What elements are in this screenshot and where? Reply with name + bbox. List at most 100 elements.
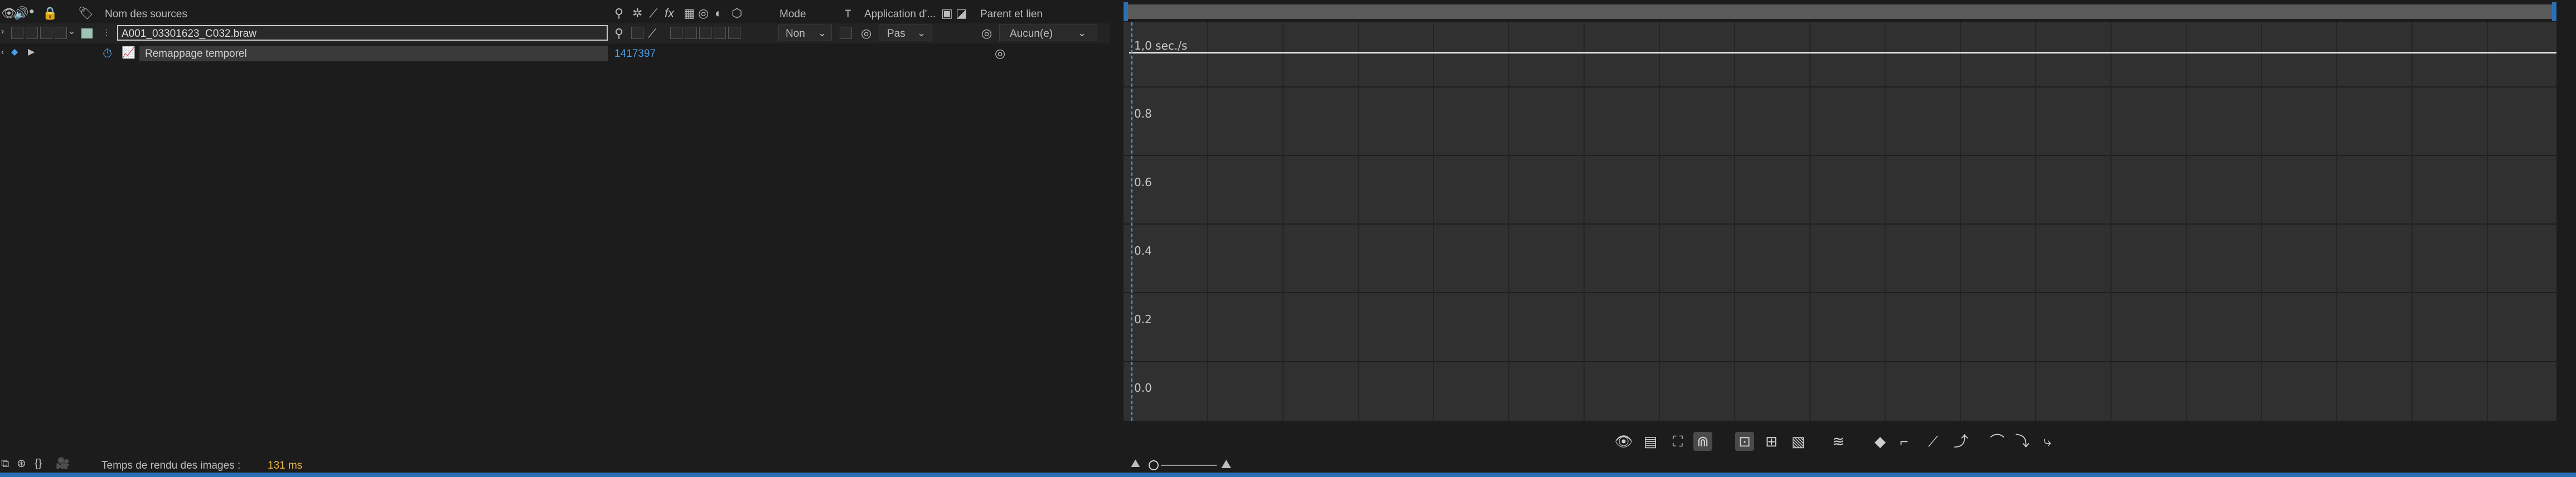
solo-icon[interactable]: ● xyxy=(29,7,35,16)
graph-y-label: 0.2 xyxy=(1134,313,1152,326)
track-matte-value: Pas xyxy=(887,28,906,40)
graph-editor-toggle-icon[interactable]: 📈 xyxy=(122,47,135,59)
chevron-down-icon: ⌄ xyxy=(818,27,827,38)
graph-unit-label: 1,0 sec./s xyxy=(1134,39,1188,52)
property-value[interactable]: 1417397 xyxy=(614,48,656,59)
adjustment-layer-icon[interactable]: ◐ xyxy=(715,7,722,20)
matte-invert-icon[interactable]: ◪ xyxy=(956,7,967,20)
expression-icon[interactable]: {} xyxy=(35,458,42,469)
layer-name: A001_03301623_C032.braw xyxy=(122,28,256,40)
parent-dropdown[interactable]: Aucun(e) ⌄ xyxy=(999,25,1097,41)
3d-switch[interactable] xyxy=(728,27,740,39)
track-matte-header[interactable]: Application d'... xyxy=(864,9,936,20)
zoom-in-icon[interactable]: ⛰ xyxy=(1221,458,1231,470)
column-header-row: 👁 🔊 ● 🔒 🏷 Nom des sources ⚲ ✲ ⟋ fx ▦ ◎ ◐… xyxy=(0,6,1110,22)
parent-header[interactable]: Parent et lien xyxy=(980,9,1043,20)
lock-icon[interactable]: 🔒 xyxy=(42,7,57,20)
transform-box-icon[interactable]: ⛶ xyxy=(1668,432,1687,451)
fit-selection-icon[interactable]: ⊡ xyxy=(1735,432,1754,451)
layer-name-field[interactable]: A001_03301623_C032.braw xyxy=(117,25,608,41)
label-tag-icon[interactable]: 🏷 xyxy=(78,7,94,20)
quality-icon[interactable]: ⟋ xyxy=(649,7,657,20)
chevron-down-icon: ⌄ xyxy=(1078,27,1087,38)
preserve-transparency-toggle[interactable] xyxy=(840,27,852,39)
solo-toggle[interactable] xyxy=(40,27,52,39)
fit-to-view-icon[interactable]: ▧ xyxy=(1789,432,1808,451)
quality-switch-icon[interactable]: ⟋ xyxy=(648,27,656,40)
timeline-layer-panel: 👁 🔊 ● 🔒 🏷 Nom des sources ⚲ ✲ ⟋ fx ▦ ◎ ◐… xyxy=(0,0,1249,473)
render-icon[interactable]: ⊛ xyxy=(17,458,26,469)
render-time-label: Temps de rendu des images : xyxy=(101,460,241,471)
audio-icon[interactable]: 🔊 xyxy=(13,7,28,20)
blend-mode-value: Non xyxy=(786,28,805,40)
auto-bezier-icon[interactable]: ⤴ xyxy=(1952,432,1970,451)
panel-focus-bar xyxy=(0,473,2576,477)
parent-value: Aucun(e) xyxy=(1010,28,1053,40)
zoom-out-icon[interactable]: ⛰ xyxy=(1131,458,1140,469)
expand-layer-icon[interactable]: › xyxy=(1,27,4,36)
easy-ease-icon[interactable]: ⌒ xyxy=(1988,432,2007,451)
zoom-slider-track[interactable] xyxy=(1161,465,1217,466)
edit-keyframe-icon[interactable]: ◆ xyxy=(1871,432,1890,451)
blend-mode-dropdown[interactable]: Non ⌄ xyxy=(778,25,832,41)
easy-ease-in-icon[interactable]: ⤵ xyxy=(2013,432,2032,451)
fx-switch[interactable] xyxy=(670,27,682,39)
audio-toggle[interactable] xyxy=(26,27,38,39)
mode-header[interactable]: Mode xyxy=(779,9,806,20)
label-color-swatch[interactable] xyxy=(81,28,93,38)
property-name-field: Remappage temporel xyxy=(139,46,608,61)
graph-options-icon[interactable]: ▤ xyxy=(1641,432,1660,451)
navigator-end-handle[interactable] xyxy=(2552,2,2556,21)
speed-graph-curve[interactable] xyxy=(1129,52,2556,53)
frame-blend-switch[interactable] xyxy=(685,27,697,39)
hold-keyframe-icon[interactable]: ⌐ xyxy=(1895,432,1914,451)
expression-pick-whip-icon[interactable]: ◎ xyxy=(995,47,1005,60)
frame-blending-icon[interactable]: ▦ xyxy=(684,7,695,20)
linear-keyframe-icon[interactable]: ⟋ xyxy=(1924,432,1943,451)
graph-editor[interactable] xyxy=(1124,22,2556,421)
motion-blur-icon[interactable]: ◎ xyxy=(698,7,709,20)
snap-magnet-icon[interactable]: ⋒ xyxy=(1693,432,1712,451)
separate-dimensions-icon[interactable]: ≋ xyxy=(1829,432,1848,451)
fit-all-icon[interactable]: ⊞ xyxy=(1762,432,1781,451)
add-keyframe-icon[interactable]: ◆ xyxy=(11,48,18,57)
motion-blur-switch[interactable] xyxy=(699,27,711,39)
chevron-down-icon[interactable]: ⌄ xyxy=(68,27,75,36)
time-navigator-bar[interactable] xyxy=(1124,2,2556,21)
adjustment-switch[interactable] xyxy=(714,27,726,39)
graph-y-label: 0.6 xyxy=(1134,176,1152,189)
zoom-slider-handle[interactable] xyxy=(1149,460,1159,470)
shy-icon[interactable]: ⚲ xyxy=(614,7,623,20)
3d-layer-icon[interactable]: ⬡ xyxy=(732,7,742,20)
navigator-start-handle[interactable] xyxy=(1124,2,1128,21)
lock-toggle[interactable] xyxy=(55,27,67,39)
video-toggle[interactable] xyxy=(11,27,23,39)
graph-y-label: 0.8 xyxy=(1134,107,1152,120)
easy-ease-out-icon[interactable]: ⤷ xyxy=(2038,432,2057,451)
collapse-icon[interactable]: ✲ xyxy=(632,7,642,20)
status-bar: ⧉ ⊛ {} 🎥 Temps de rendu des images : 131… xyxy=(0,457,1249,473)
graph-y-label: 0.4 xyxy=(1134,244,1152,257)
chevron-down-icon: ⌄ xyxy=(917,27,926,38)
prev-keyframe-icon[interactable]: ‹ xyxy=(1,48,4,57)
composition-icon[interactable]: ⧉ xyxy=(1,458,9,469)
matte-icon[interactable]: ▣ xyxy=(941,7,953,20)
show-properties-eye-icon[interactable]: 👁 xyxy=(1614,432,1633,451)
collapse-switch[interactable] xyxy=(631,27,643,39)
property-row[interactable]: ‹ ◆ ▶ ⏱ 📈 Remappage temporel 1417397 ◎ xyxy=(0,45,1110,64)
next-keyframe-icon[interactable]: ▶ xyxy=(28,48,35,57)
stopwatch-icon[interactable]: ⏱ xyxy=(103,47,112,60)
t-header[interactable]: T xyxy=(845,9,851,20)
effects-icon[interactable]: fx xyxy=(665,7,674,20)
camera-icon[interactable]: 🎥 xyxy=(56,458,70,469)
matte-spiral-icon[interactable]: ◎ xyxy=(861,27,871,40)
render-time-value: 131 ms xyxy=(268,460,303,471)
track-matte-dropdown[interactable]: Pas ⌄ xyxy=(879,25,932,41)
current-time-indicator[interactable] xyxy=(1131,22,1132,421)
source-name-header[interactable]: Nom des sources xyxy=(105,9,187,20)
layer-row[interactable]: › ⌄ ⋮ A001_03301623_C032.braw ⚲ ⟋ Non ⌄ … xyxy=(0,23,1110,43)
pick-whip-icon[interactable]: ◎ xyxy=(981,27,992,40)
footage-icon: ⋮ xyxy=(103,28,110,37)
property-name: Remappage temporel xyxy=(145,48,247,60)
shy-switch-icon[interactable]: ⚲ xyxy=(614,27,623,40)
